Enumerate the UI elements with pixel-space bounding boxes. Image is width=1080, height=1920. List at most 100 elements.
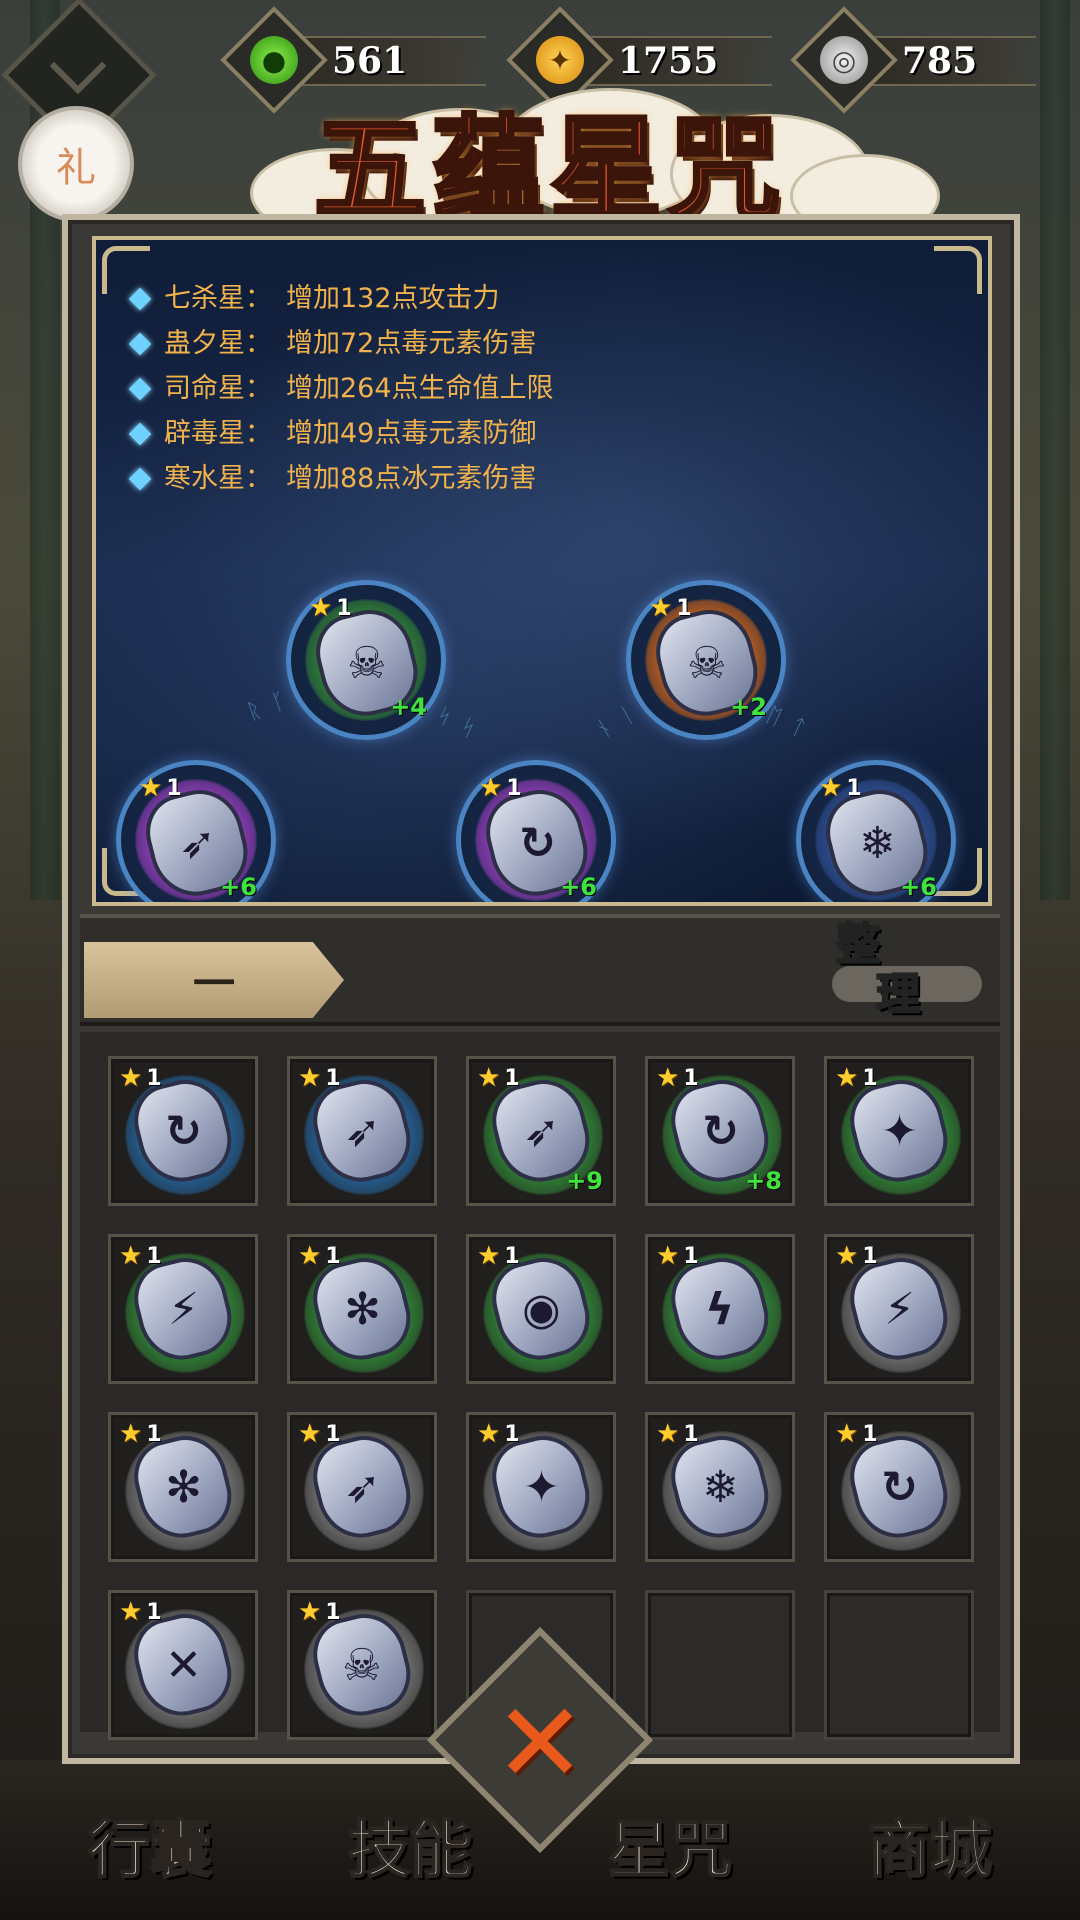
inventory-slot[interactable]: ◉ ★ 1 (466, 1234, 616, 1384)
rune-path-icon: ᛖ ᛏ (762, 702, 810, 743)
star-icon: ★ (835, 1241, 859, 1271)
star-level: ★ 1 (656, 1063, 699, 1093)
gold-coin-icon: ✦ (536, 36, 584, 84)
enhance-level: +4 (390, 693, 427, 721)
star-icon: ★ (298, 1419, 322, 1449)
gift-button[interactable]: 礼 (18, 106, 134, 222)
star-level: ★ 1 (477, 1063, 520, 1093)
equipped-slot[interactable]: ❄ ★ 1 +6 (796, 760, 956, 902)
nav-shop[interactable]: 商城 (820, 1800, 1040, 1900)
star-icon: ★ (139, 773, 163, 803)
rune-glyph-icon: ⚡ (167, 1283, 199, 1335)
star-level: ★ 1 (649, 593, 692, 623)
star-level: ★ 1 (477, 1419, 520, 1449)
nav-bag[interactable]: 行囊 (40, 1800, 260, 1900)
effect-item: 寒水星：增加88点冰元素伤害 (128, 456, 554, 501)
corner-ornament (934, 246, 982, 294)
green-flame-icon: ● (250, 36, 298, 84)
tab-page-one[interactable]: 一 (84, 942, 344, 1018)
star-icon: ★ (298, 1241, 322, 1271)
star-level: ★ 1 (835, 1241, 878, 1271)
star-icon: ★ (835, 1419, 859, 1449)
nav-skills[interactable]: 技能 (300, 1800, 520, 1900)
gift-label: 礼 (56, 145, 96, 191)
star-icon: ★ (835, 1063, 859, 1093)
rune-glyph-icon: ✻ (343, 1283, 381, 1335)
effect-item: 七杀星：增加132点攻击力 (128, 276, 554, 321)
inventory-slot[interactable]: ✦ ★ 1 (466, 1412, 616, 1562)
star-level: ★ 1 (479, 773, 522, 803)
equipped-slot[interactable]: ☠ ★ 1 +2 (626, 580, 786, 740)
inventory-slot[interactable]: ↻ ★ 1 (824, 1412, 974, 1562)
inventory-slot[interactable]: ↻ ★ 1 +8 (645, 1056, 795, 1206)
rune-glyph-icon: ⚡ (883, 1283, 915, 1335)
rune-path-icon: ᛋ ᛋ (432, 702, 480, 743)
inventory-slot[interactable]: ⚡ ★ 1 (108, 1234, 258, 1384)
inventory-slot[interactable]: ✻ ★ 1 (108, 1412, 258, 1562)
star-level: ★ 1 (656, 1241, 699, 1271)
diamond-bullet-icon (128, 332, 152, 355)
rune-glyph-icon: ✦ (880, 1105, 918, 1157)
effect-item: 司命星：增加264点生命值上限 (128, 366, 554, 411)
equipped-slot[interactable]: ☠ ★ 1 +4 (286, 580, 446, 740)
rune-glyph-icon: ϟ (705, 1283, 735, 1335)
bamboo-decoration (1040, 0, 1070, 900)
star-icon: ★ (477, 1419, 501, 1449)
star-level: ★ 1 (119, 1241, 162, 1271)
rune-glyph-icon: ↻ (164, 1105, 202, 1157)
star-icon: ★ (309, 593, 333, 623)
star-icon: ★ (656, 1241, 680, 1271)
star-icon: ★ (649, 593, 673, 623)
inventory-slot[interactable]: ➶ ★ 1 (287, 1056, 437, 1206)
inventory-slot-empty[interactable] (824, 1590, 974, 1740)
sort-button[interactable]: 整 理 (835, 919, 996, 1030)
rune-glyph-icon: ✻ (164, 1461, 202, 1513)
star-icon: ★ (819, 773, 843, 803)
inventory-slot[interactable]: ❄ ★ 1 (645, 1412, 795, 1562)
inventory-slot[interactable]: ✕ ★ 1 (108, 1590, 258, 1740)
inventory-slot[interactable]: ⚡ ★ 1 (824, 1234, 974, 1384)
rune-path-icon: ᚾ ᛁ (592, 701, 640, 744)
nav-constellation[interactable]: 星咒 (560, 1800, 780, 1900)
enhance-level: +6 (560, 873, 597, 901)
inventory-slot[interactable]: ✻ ★ 1 (287, 1234, 437, 1384)
effect-item: 蛊夕星：增加72点毒元素伤害 (128, 321, 554, 366)
equipped-slot[interactable]: ➶ ★ 1 +6 (116, 760, 276, 902)
star-icon: ★ (479, 773, 503, 803)
star-level: ★ 1 (819, 773, 862, 803)
inventory-slot-empty[interactable] (645, 1590, 795, 1740)
inventory-slot[interactable]: ➶ ★ 1 (287, 1412, 437, 1562)
rune-glyph-icon: ➶ (522, 1105, 560, 1157)
inventory-slot[interactable]: ☠ ★ 1 (287, 1590, 437, 1740)
effect-list: 七杀星：增加132点攻击力 蛊夕星：增加72点毒元素伤害 司命星：增加264点生… (128, 276, 554, 501)
diamond-bullet-icon (128, 377, 152, 400)
star-level: ★ 1 (119, 1419, 162, 1449)
enhance-level: +6 (900, 873, 937, 901)
inventory-slot[interactable]: ϟ ★ 1 (645, 1234, 795, 1384)
rune-glyph-icon: ◉ (521, 1283, 561, 1335)
star-icon: ★ (477, 1241, 501, 1271)
enhance-level: +8 (745, 1167, 782, 1195)
star-level: ★ 1 (656, 1419, 699, 1449)
inventory-slot[interactable]: ➶ ★ 1 +9 (466, 1056, 616, 1206)
constellation-board: 七杀星：增加132点攻击力 蛊夕星：增加72点毒元素伤害 司命星：增加264点生… (92, 236, 992, 906)
rune-glyph-icon: ❄ (858, 817, 896, 869)
inventory-slot[interactable]: ✦ ★ 1 (824, 1056, 974, 1206)
rune-glyph-icon: ➶ (343, 1461, 381, 1513)
star-level: ★ 1 (298, 1419, 341, 1449)
enhance-level: +9 (566, 1167, 603, 1195)
star-icon: ★ (477, 1063, 501, 1093)
enhance-level: +2 (730, 693, 767, 721)
star-icon: ★ (656, 1063, 680, 1093)
close-icon[interactable]: ✕ (476, 1688, 604, 1798)
effect-item: 辟毒星：增加49点毒元素防御 (128, 411, 554, 456)
star-level: ★ 1 (298, 1241, 341, 1271)
star-level: ★ 1 (309, 593, 352, 623)
rune-glyph-icon: ➶ (343, 1105, 381, 1157)
rune-glyph-icon: ✦ (522, 1461, 560, 1513)
sort-label: 整 (835, 919, 881, 971)
enhance-level: +6 (220, 873, 257, 901)
inventory-slot[interactable]: ↻ ★ 1 (108, 1056, 258, 1206)
equipped-slot[interactable]: ↻ ★ 1 +6 (456, 760, 616, 902)
star-icon: ★ (656, 1419, 680, 1449)
